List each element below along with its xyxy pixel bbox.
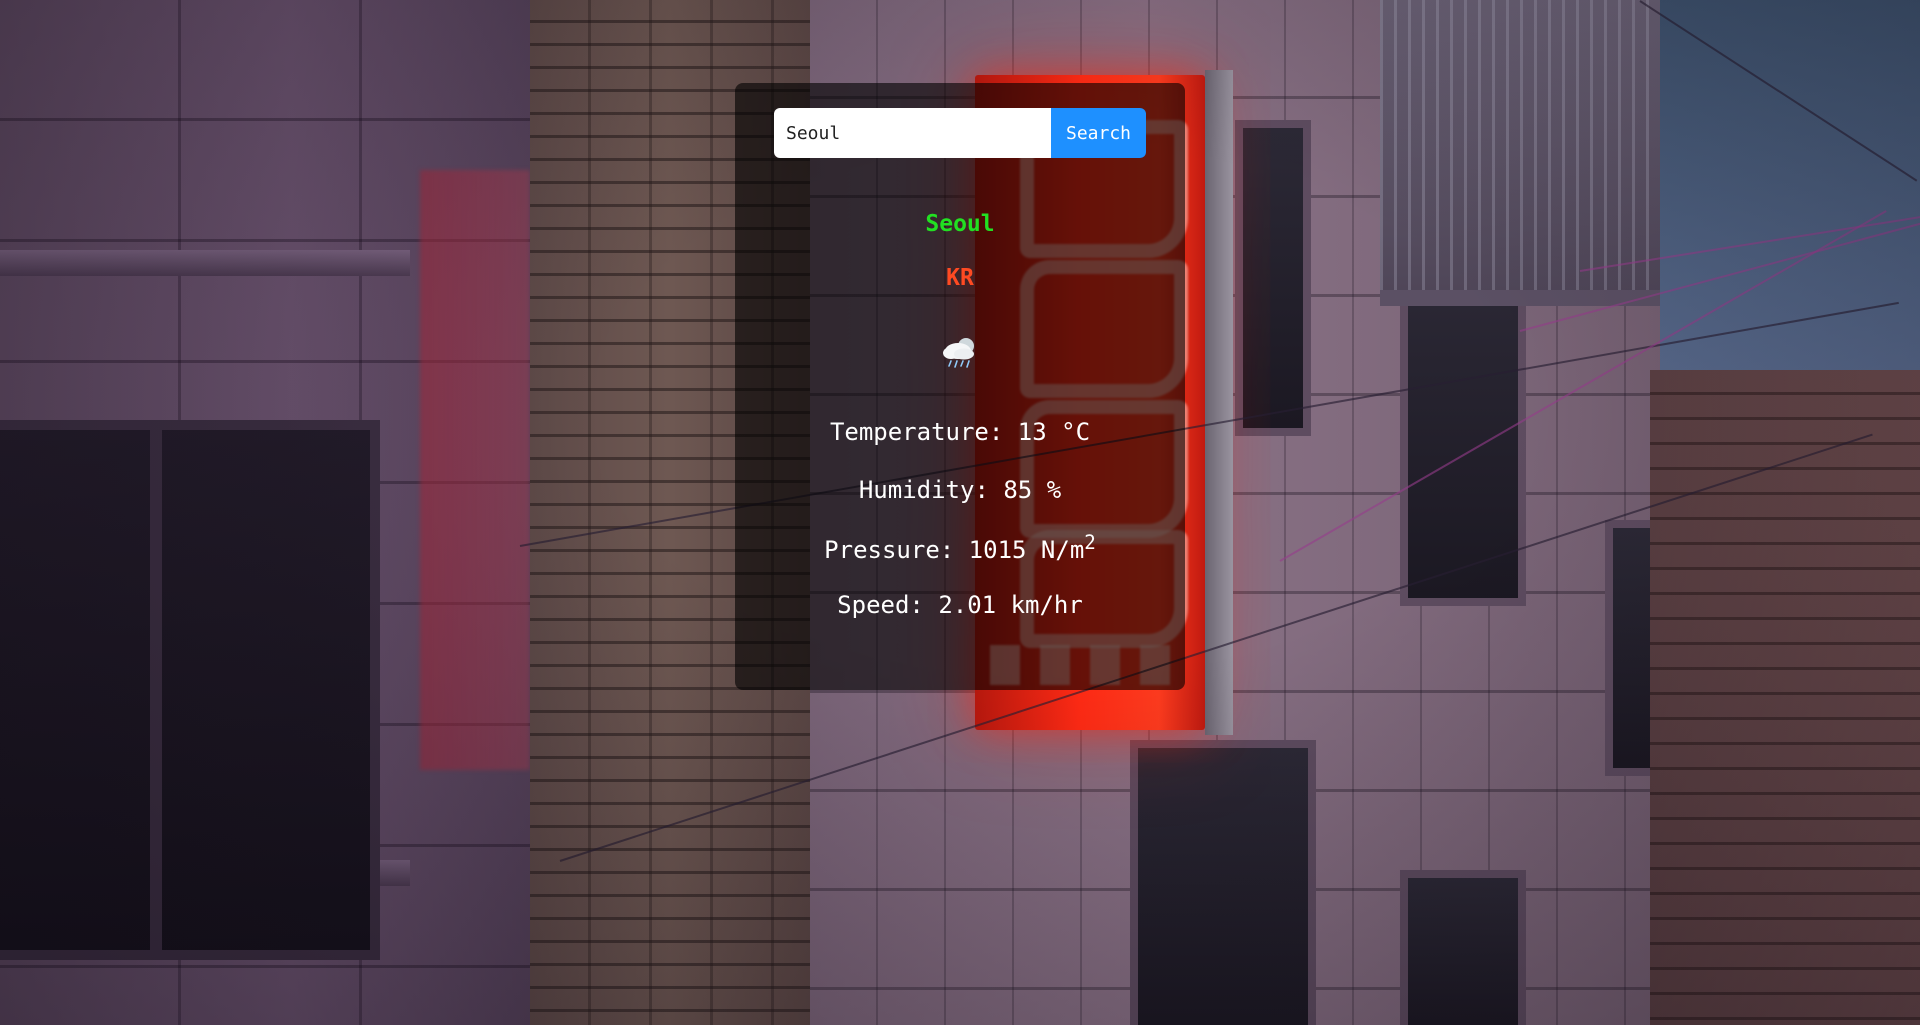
humidity-stat: Humidity: 85 % xyxy=(735,476,1185,504)
humidity-label: Humidity: xyxy=(858,476,1004,504)
city-name: Seoul xyxy=(925,211,995,237)
country-code: KR xyxy=(946,265,974,291)
temperature-label: Temperature: xyxy=(829,418,1018,446)
search-button[interactable]: Search xyxy=(1051,108,1146,158)
pressure-value: 1015 xyxy=(968,536,1027,564)
city-search-input[interactable] xyxy=(774,108,1051,158)
temperature-stat: Temperature: 13 °C xyxy=(735,418,1185,446)
humidity-unit: % xyxy=(1032,476,1062,504)
temperature-value: 13 xyxy=(1017,418,1047,446)
humidity-value: 85 xyxy=(1003,476,1033,504)
speed-stat: Speed: 2.01 km/hr xyxy=(735,591,1185,619)
pressure-unit-exponent: 2 xyxy=(1084,531,1096,554)
speed-label: Speed: xyxy=(837,591,939,619)
weather-card: Search Seoul KR Temperature: 13 °C Humid… xyxy=(735,83,1185,690)
speed-unit: km/hr xyxy=(996,591,1083,619)
speed-value: 2.01 xyxy=(938,591,997,619)
temperature-unit: °C xyxy=(1046,418,1091,446)
pressure-unit: N/m xyxy=(1026,536,1085,564)
search-bar: Search xyxy=(774,108,1146,158)
rain-cloud-icon xyxy=(943,338,974,368)
pressure-stat: Pressure: 1015 N/m2 xyxy=(735,531,1185,564)
pressure-label: Pressure: xyxy=(824,536,969,564)
